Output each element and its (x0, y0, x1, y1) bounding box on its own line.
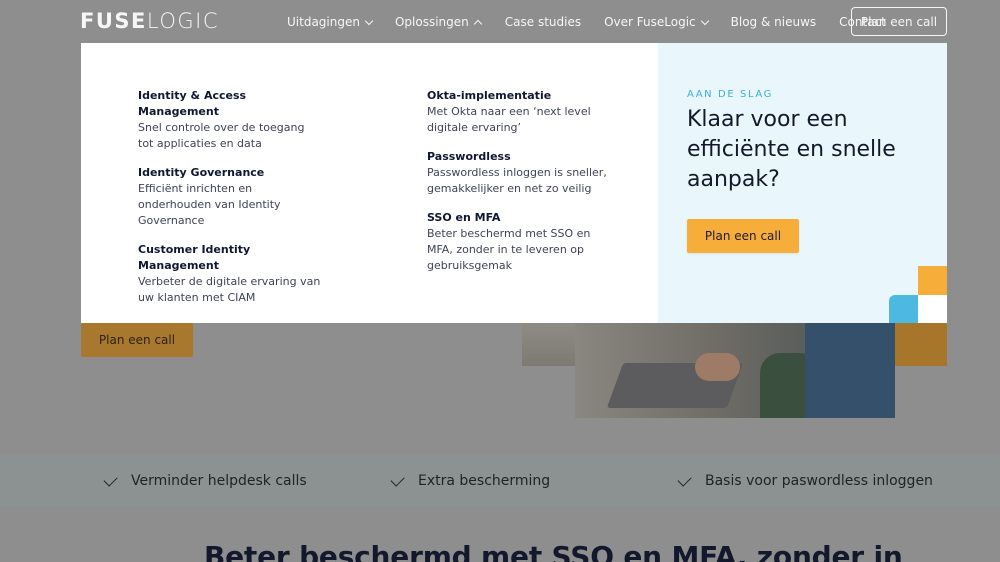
menu-item-title: Customer Identity Management (138, 243, 251, 272)
menu-item-passwordless[interactable]: Passwordless Passwordless inloggen is sn… (427, 149, 617, 197)
logo-light-text: LOGIC (146, 9, 219, 33)
hand-image (695, 353, 740, 381)
nav-label: Blog & nieuws (730, 15, 817, 29)
menu-item-title: SSO en MFA (427, 211, 501, 224)
menu-item-description: Beter beschermd met SSO en MFA, zonder i… (427, 227, 591, 272)
nav-item-blog-nieuws[interactable]: Blog & nieuws (731, 13, 817, 31)
nav-label: Uitdagingen (287, 15, 360, 29)
menu-item-description: Efficiënt inrichten en onderhouden van I… (138, 182, 281, 227)
menu-item-description: Met Okta naar een ‘next level digitale e… (427, 105, 591, 134)
header-plan-call-label: Plan een call (860, 14, 938, 29)
main-nav: Uitdagingen Oplossingen Case studies Ove… (287, 13, 886, 31)
benefit-item: Basis voor paswordless inloggen (677, 472, 933, 490)
nav-item-over-fuselogic[interactable]: Over FuseLogic (604, 13, 709, 31)
decorative-square-white (918, 295, 947, 323)
menu-item-iam[interactable]: Identity & Access Management Snel contro… (138, 88, 328, 152)
check-icon (390, 472, 405, 487)
header-plan-call-button[interactable]: Plan een call (851, 7, 947, 36)
promo-eyebrow: AAN DE SLAG (687, 89, 773, 100)
check-icon (103, 472, 118, 487)
nav-label: Case studies (504, 15, 582, 29)
chevron-up-icon (473, 19, 483, 28)
nav-item-uitdagingen[interactable]: Uitdagingen (287, 13, 374, 31)
promo-heading: Klaar voor een efficiënte en snelle aanp… (687, 107, 896, 192)
hero-decoration (895, 323, 947, 366)
nav-item-case-studies[interactable]: Case studies (505, 13, 581, 31)
nav-label: Over FuseLogic (604, 15, 696, 29)
chevron-down-icon (700, 16, 709, 25)
menu-item-description: Verbeter de digitale ervaring van uw kla… (138, 275, 321, 304)
oplossingen-mega-menu: Identity & Access Management Snel contro… (81, 43, 947, 323)
menu-item-identity-governance[interactable]: Identity Governance Efficiënt inrichten … (138, 165, 328, 229)
benefit-label: Verminder helpdesk calls (131, 473, 307, 489)
menu-item-title: Identity Governance (138, 166, 265, 179)
menu-item-title: Passwordless (427, 150, 511, 163)
promo-plan-call-label: Plan een call (704, 229, 782, 243)
decorative-square-blue (889, 295, 918, 323)
person-arm-image (805, 323, 895, 418)
logo-bold-text: FUSE (80, 9, 147, 33)
benefit-item: Extra bescherming (390, 472, 551, 490)
hero-plan-call-label: Plan een call (98, 333, 176, 347)
benefit-label: Basis voor paswordless inloggen (705, 473, 933, 489)
mega-menu-column-left: Identity & Access Management Snel contro… (138, 88, 328, 319)
hero-photo-left (522, 323, 578, 366)
hero-photo (575, 323, 895, 418)
mega-menu-column-right: Okta-implementatie Met Okta naar een ‘ne… (427, 88, 617, 287)
nav-label: Oplossingen (394, 15, 469, 29)
menu-item-title: Identity & Access Management (138, 89, 247, 118)
menu-item-ciam[interactable]: Customer Identity Management Verbeter de… (138, 242, 328, 306)
benefit-item: Verminder helpdesk calls (103, 472, 307, 490)
menu-item-description: Passwordless inloggen is sneller, gemakk… (427, 166, 607, 195)
nav-item-oplossingen[interactable]: Oplossingen (394, 13, 483, 31)
benefit-label: Extra bescherming (418, 473, 551, 489)
menu-item-okta[interactable]: Okta-implementatie Met Okta naar een ‘ne… (427, 88, 617, 136)
hero-plan-call-button[interactable]: Plan een call (81, 323, 193, 357)
fuselogic-logo[interactable]: FUSELOGIC (80, 9, 219, 33)
promo-panel: AAN DE SLAG Klaar voor een efficiënte en… (658, 43, 947, 323)
check-icon (677, 472, 692, 487)
section-heading: Beter beschermd met SSO en MFA, zonder i… (204, 540, 903, 562)
menu-item-sso-mfa[interactable]: SSO en MFA Beter beschermd met SSO en MF… (427, 210, 617, 274)
site-header: FUSELOGIC Uitdagingen Oplossingen Case s… (0, 0, 1000, 43)
menu-item-title: Okta-implementatie (427, 89, 552, 102)
decorative-square-orange (918, 266, 947, 295)
promo-plan-call-button[interactable]: Plan een call (687, 219, 799, 253)
menu-item-description: Snel controle over de toegang tot applic… (138, 121, 305, 150)
chevron-down-icon (364, 16, 374, 25)
